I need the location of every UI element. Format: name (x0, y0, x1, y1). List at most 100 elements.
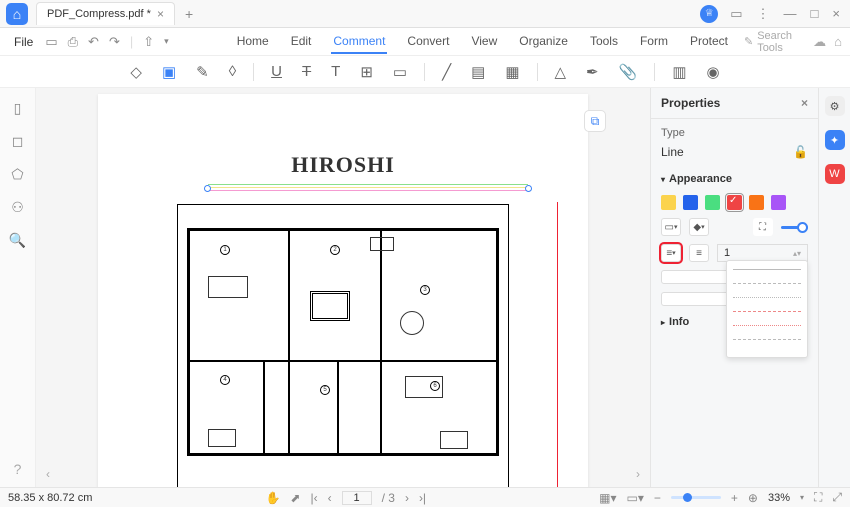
menu-convert[interactable]: Convert (405, 30, 451, 54)
protect-icon[interactable]: ⬠ (11, 166, 23, 183)
read-mode-icon[interactable]: ▭▾ (626, 491, 643, 505)
note-icon[interactable]: ▤ (468, 60, 488, 84)
fit-width-icon[interactable]: ⛶ (814, 490, 822, 505)
swatch-red[interactable] (727, 195, 742, 210)
menu-organize[interactable]: Organize (517, 30, 570, 54)
zoom-fit-icon[interactable]: ⊕ (748, 491, 758, 505)
select-tool-icon[interactable]: ⬈ (290, 491, 300, 505)
hand-tool-icon[interactable]: ✋ (265, 491, 280, 505)
strikethrough-icon[interactable]: T (299, 60, 314, 83)
stroke-color-button[interactable]: ▭▾ (661, 218, 681, 236)
last-page-icon[interactable]: ›| (419, 491, 426, 505)
stamp-icon[interactable]: ▦ (502, 60, 522, 84)
menu-form[interactable]: Form (638, 30, 670, 54)
thumbnails-icon[interactable]: ▯ (14, 100, 22, 117)
redo-icon[interactable]: ↷ (105, 32, 124, 52)
maximize-button[interactable]: □ (809, 4, 821, 23)
measure-icon[interactable]: △ (552, 60, 570, 84)
color-swatches (651, 191, 818, 214)
style-dash-5[interactable] (733, 339, 801, 349)
first-page-icon[interactable]: |‹ (310, 491, 317, 505)
opacity-icon[interactable]: ⛶ (753, 218, 773, 236)
search-icon[interactable]: 🔍 (9, 232, 26, 249)
dropdown-icon[interactable]: ▾ (160, 34, 173, 49)
highlight-icon[interactable]: ◇ (127, 60, 145, 84)
help-icon[interactable]: ? (14, 461, 22, 477)
document-tab[interactable]: PDF_Compress.pdf * × (36, 2, 175, 25)
swatch-blue[interactable] (683, 195, 698, 210)
underline-icon[interactable]: U (268, 60, 285, 83)
scroll-left-icon[interactable]: ‹ (46, 467, 50, 481)
appearance-section[interactable]: ▾ Appearance (651, 167, 818, 191)
close-window-button[interactable]: × (830, 4, 842, 23)
ai-blue-icon[interactable]: ✦ (825, 130, 845, 150)
menu-view[interactable]: View (469, 30, 499, 54)
pencil-icon[interactable]: ✎ (193, 60, 212, 84)
cloud-icon[interactable]: ☁ (813, 34, 826, 50)
wand-icon: ✎ (744, 35, 753, 48)
callout-icon[interactable]: ▭ (390, 60, 410, 84)
attachment-icon[interactable]: 📎 (616, 60, 641, 84)
search-placeholder: Search Tools (757, 30, 811, 54)
swatch-orange[interactable] (749, 195, 764, 210)
comments-list-icon[interactable]: ▥ (669, 60, 689, 84)
area-highlight-icon[interactable]: ▣ (159, 60, 179, 84)
floating-copy-button[interactable]: ⧉ (584, 110, 606, 132)
attachments-icon[interactable]: ⚇ (11, 199, 24, 216)
style-dash-3[interactable] (733, 311, 801, 321)
scroll-right-icon[interactable]: › (636, 467, 640, 481)
menu-edit[interactable]: Edit (289, 30, 314, 54)
open-icon[interactable]: ▭ (41, 32, 61, 52)
style-solid[interactable] (733, 269, 801, 279)
fill-color-button[interactable]: ◆▾ (689, 218, 709, 236)
text-icon[interactable]: T (328, 60, 343, 83)
eraser-icon[interactable]: ◊ (226, 60, 239, 83)
textbox-icon[interactable]: ⊞ (357, 60, 376, 84)
hide-icon[interactable]: ◉ (704, 60, 723, 84)
handle-left[interactable] (204, 185, 211, 192)
prev-page-icon[interactable]: ‹ (328, 491, 332, 505)
file-menu[interactable]: File (8, 33, 39, 51)
page-input[interactable]: 1 (342, 491, 372, 505)
swatch-green[interactable] (705, 195, 720, 210)
view-mode-icon[interactable]: ▦▾ (599, 491, 616, 505)
search-tools[interactable]: ✎ Search Tools (744, 30, 811, 54)
canvas[interactable]: HIROSHI 1 2 3 4 5 6 (36, 88, 650, 487)
window-icon[interactable]: ▭ (728, 4, 744, 24)
swatch-yellow[interactable] (661, 195, 676, 210)
ai-red-icon[interactable]: W (825, 164, 845, 184)
settings-icon[interactable]: ⚙ (825, 96, 845, 116)
zoom-dropdown-icon[interactable]: ▾ (800, 493, 804, 502)
undo-icon[interactable]: ↶ (84, 32, 103, 52)
fullscreen-icon[interactable]: ⤢ (832, 490, 842, 505)
share-icon[interactable]: ⇧ (139, 32, 158, 52)
swatch-purple[interactable] (771, 195, 786, 210)
zoom-out-icon[interactable]: − (654, 491, 661, 505)
style-dash-1[interactable] (733, 283, 801, 293)
menu-comment[interactable]: Comment (331, 30, 387, 54)
menu-protect[interactable]: Protect (688, 30, 730, 54)
style-dash-4[interactable] (733, 325, 801, 335)
kebab-icon[interactable]: ⋮ (755, 4, 772, 24)
add-tab-button[interactable]: + (181, 6, 197, 22)
close-panel-icon[interactable]: × (801, 96, 808, 110)
menu-home[interactable]: Home (235, 30, 271, 54)
line-icon[interactable]: ╱ (439, 60, 454, 84)
handle-right[interactable] (525, 185, 532, 192)
line-style-button[interactable]: ≡▾ (661, 244, 681, 262)
home-icon[interactable]: ⌂ (834, 34, 842, 50)
style-dash-2[interactable] (733, 297, 801, 307)
opacity-slider[interactable] (781, 226, 809, 229)
bookmarks-icon[interactable]: ◻ (12, 133, 24, 150)
close-tab-icon[interactable]: × (157, 7, 164, 21)
zoom-slider[interactable] (671, 496, 721, 499)
minimize-button[interactable]: — (782, 4, 799, 23)
print-icon[interactable]: ⎙ (64, 32, 82, 52)
signature-icon[interactable]: ✒ (583, 60, 602, 84)
premium-badge[interactable]: ♕ (700, 5, 718, 23)
zoom-in-icon[interactable]: + (731, 491, 738, 505)
menu-tools[interactable]: Tools (588, 30, 620, 54)
lock-icon[interactable]: 🔓 (793, 145, 808, 159)
next-page-icon[interactable]: › (405, 491, 409, 505)
line-annotation[interactable] (208, 182, 528, 194)
